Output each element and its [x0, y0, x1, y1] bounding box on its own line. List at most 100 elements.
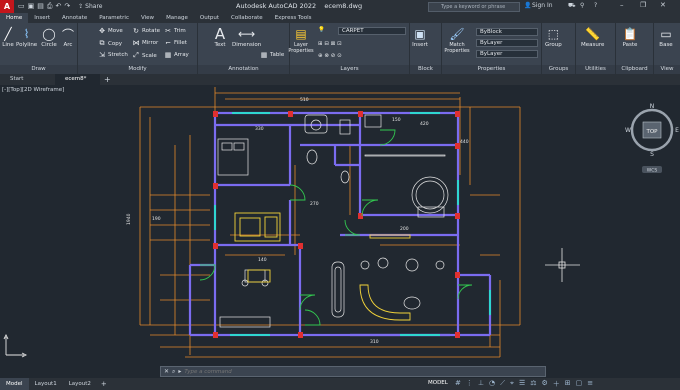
copy-button[interactable]: ⧉ Copy	[98, 39, 122, 48]
draw-panel-title[interactable]: Draw	[0, 65, 77, 74]
user-icon[interactable]: 👤	[524, 2, 531, 9]
add-layout-icon[interactable]: +	[101, 380, 107, 388]
linetype-dropdown[interactable]: ByLayer	[476, 39, 538, 47]
customization-icon[interactable]: ≡	[587, 379, 593, 389]
tab-model[interactable]: Model	[0, 378, 29, 390]
tab-home[interactable]: Home	[0, 13, 29, 23]
annotation-monitor-icon[interactable]: ＋	[553, 379, 560, 389]
minimize-icon[interactable]: –	[620, 1, 624, 9]
units-icon[interactable]: ⊞	[565, 379, 571, 389]
layer-properties-button[interactable]: ▤ Layer Properties	[288, 26, 313, 54]
close-command-icon[interactable]: ✕	[164, 368, 169, 375]
layers-panel-title[interactable]: Layers	[290, 65, 409, 74]
ortho-icon[interactable]: ⊥	[478, 379, 484, 389]
tab-view[interactable]: View	[135, 13, 160, 23]
tab-start[interactable]: Start	[0, 74, 55, 85]
polyline-button[interactable]: ⌇ Polyline	[16, 26, 37, 48]
insert-button[interactable]: ▣ Insert	[412, 26, 428, 48]
tab-express-tools[interactable]: Express Tools	[269, 13, 318, 23]
compass-south[interactable]: S	[650, 151, 654, 158]
close-icon[interactable]: ✕	[660, 1, 666, 9]
text-button[interactable]: A Text	[212, 25, 228, 48]
tab-collaborate[interactable]: Collaborate	[225, 13, 269, 23]
grid-icon[interactable]: #	[455, 379, 461, 389]
compass-west[interactable]: W	[625, 127, 631, 134]
snap-icon[interactable]: ⋮	[466, 379, 473, 389]
match-properties-button[interactable]: 🖌 Match Properties	[444, 26, 470, 54]
lightbulb-icon[interactable]: 💡	[318, 27, 325, 33]
save-as-icon[interactable]: ▤	[37, 2, 44, 11]
polar-icon[interactable]: ◔	[489, 379, 495, 389]
model-space-toggle[interactable]: MODEL	[428, 380, 448, 386]
properties-panel-title[interactable]: Properties	[442, 65, 541, 74]
scale-button[interactable]: ⤢ Scale	[132, 51, 157, 60]
table-button[interactable]: ▦ Table	[260, 51, 285, 59]
lineweight-dropdown[interactable]: ByLayer	[476, 50, 538, 58]
tab-layout1[interactable]: Layout1	[29, 378, 63, 390]
annotation-panel-title[interactable]: Annotation	[198, 65, 289, 74]
circle-button[interactable]: ◯ Circle	[41, 26, 57, 48]
layer-state-icon[interactable]: ⊕ ⊗ ⊘ ⊙	[318, 53, 342, 59]
annotation-scale-icon[interactable]: ⚖	[530, 379, 536, 389]
open-icon[interactable]: ▭	[18, 2, 25, 11]
save-icon[interactable]: ▣	[28, 2, 35, 11]
paste-button[interactable]: 📋 Paste	[622, 26, 638, 48]
network-icon[interactable]: ⚲	[580, 2, 584, 9]
new-tab-icon[interactable]: +	[104, 75, 111, 84]
move-button[interactable]: ✥ Move	[98, 27, 123, 35]
tab-output[interactable]: Output	[194, 13, 225, 23]
view-cube[interactable]: TOP N S E W WCS	[624, 100, 680, 178]
tab-insert[interactable]: Insert	[28, 13, 56, 23]
undo-icon[interactable]: ↶	[55, 2, 61, 11]
array-icon: ▦	[164, 51, 172, 59]
layer-tools-icon[interactable]: ⊞ ⊟ ⊠ ⊡	[318, 41, 342, 47]
isodraft-icon[interactable]: ⟋	[500, 379, 505, 389]
utilities-panel-title[interactable]: Utilities	[576, 65, 615, 74]
help-icon[interactable]: ?	[594, 2, 597, 9]
tab-manage[interactable]: Manage	[160, 13, 194, 23]
search-input[interactable]: Type a keyword or phrase	[428, 2, 520, 12]
compass-north[interactable]: N	[650, 103, 655, 110]
line-button[interactable]: ╱ Line	[0, 26, 16, 48]
autocad-logo-icon[interactable]: A	[0, 0, 14, 13]
command-settings-icon[interactable]: ⌕	[172, 368, 175, 376]
tab-annotate[interactable]: Annotate	[56, 13, 93, 23]
groups-panel-title[interactable]: Groups	[542, 65, 575, 74]
osnap-icon[interactable]: ⌖	[510, 379, 514, 389]
dimension-button[interactable]: ⟷ Dimension	[232, 26, 261, 48]
lineweight-icon[interactable]: ☰	[519, 379, 525, 389]
tab-parametric[interactable]: Parametric	[93, 13, 135, 23]
layer-dropdown[interactable]: CARPET	[338, 27, 406, 35]
cart-icon[interactable]: ⛟	[568, 2, 576, 10]
clipboard-panel-title[interactable]: Clipboard	[616, 65, 653, 74]
command-input[interactable]	[184, 368, 485, 375]
block-panel-title[interactable]: Block	[410, 65, 441, 74]
drawing-viewport[interactable]: 330 150 200 270 140 190 420 510 440 310 …	[0, 85, 680, 365]
maximize-icon[interactable]: ❐	[640, 1, 646, 9]
modify-panel-title[interactable]: Modify	[78, 65, 197, 74]
share-button[interactable]: ⇪ Share	[78, 3, 102, 10]
base-button[interactable]: ▭ Base	[658, 26, 674, 48]
stretch-button[interactable]: ⇲ Stretch	[98, 51, 128, 59]
workspace-icon[interactable]: ⚙	[542, 379, 548, 389]
arc-button[interactable]: ⌒ Arc	[60, 26, 76, 49]
sign-in-button[interactable]: Sign In	[532, 2, 553, 9]
tab-drawing[interactable]: ecem8*	[55, 74, 100, 85]
redo-icon[interactable]: ↷	[64, 2, 70, 11]
color-dropdown[interactable]: ByBlock	[476, 28, 538, 36]
fillet-button[interactable]: ⌐ Fillet	[164, 39, 187, 47]
group-button[interactable]: ⬚ Group	[545, 26, 562, 48]
array-button[interactable]: ▦ Array	[164, 51, 189, 59]
trim-button[interactable]: ✂ Trim	[164, 27, 186, 35]
floor-plan-drawing[interactable]: 330 150 200 270 140 190 420 510 440 310 …	[0, 85, 680, 365]
plot-icon[interactable]: ⎙	[47, 2, 53, 11]
tab-layout2[interactable]: Layout2	[63, 378, 97, 390]
view-panel-title[interactable]: View	[654, 65, 680, 74]
dim-270: 270	[310, 201, 319, 207]
mirror-button[interactable]: ⋈ Mirror	[132, 39, 159, 47]
clean-screen-icon[interactable]: ▢	[576, 379, 583, 389]
viewport-controls[interactable]: [-][Top][2D Wireframe]	[2, 87, 64, 93]
compass-east[interactable]: E	[675, 127, 679, 134]
rotate-button[interactable]: ↻ Rotate	[132, 27, 160, 35]
measure-button[interactable]: 📏 Measure	[581, 26, 604, 48]
